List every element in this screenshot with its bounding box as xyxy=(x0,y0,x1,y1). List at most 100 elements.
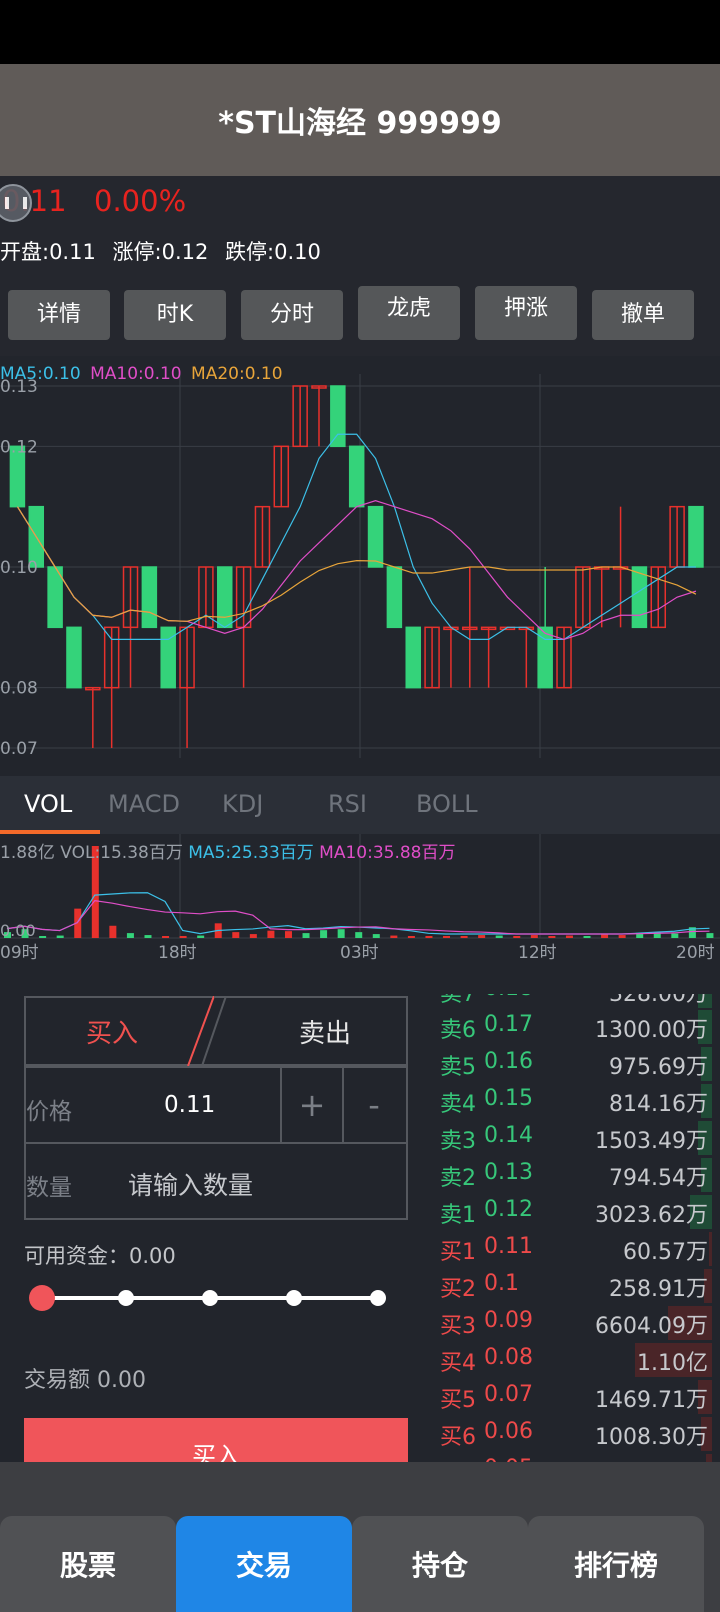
price-input[interactable]: 0.11 xyxy=(164,1092,215,1118)
ma-legend: MA5:0.10 MA10:0.10 MA20:0.10 xyxy=(0,364,283,384)
orderbook-row[interactable]: 买5 0.07 1469.71万 xyxy=(436,1378,712,1416)
volume-bar xyxy=(601,934,609,938)
orderbook-row[interactable]: 卖4 0.15 814.16万 xyxy=(436,1082,712,1120)
slider-thumb[interactable] xyxy=(29,1285,55,1311)
volume-bar xyxy=(530,935,538,938)
orderbook-side: 卖4 xyxy=(440,1092,476,1117)
tab-intraday[interactable]: 分时 xyxy=(241,290,343,340)
tab-dragon-tiger[interactable]: 龙虎 xyxy=(358,286,460,340)
bottom-nav: 股票 交易 持仓 排行榜 xyxy=(0,1462,720,1612)
volume-bar xyxy=(548,936,556,938)
orderbook-volume: 1008.30万 xyxy=(595,1425,708,1450)
vol-ma5: MA5:25.33百万 xyxy=(188,843,314,863)
orderbook-price: 0.17 xyxy=(484,1012,533,1037)
slider-tick-75[interactable] xyxy=(286,1290,302,1306)
tab-rsi[interactable]: RSI xyxy=(328,790,367,818)
orderbook-row[interactable]: 卖2 0.13 794.54万 xyxy=(436,1156,712,1194)
quantity-input[interactable]: 请输入数量 xyxy=(128,1166,253,1202)
orderbook-side: 买5 xyxy=(440,1388,476,1413)
slider-tick-50[interactable] xyxy=(202,1290,218,1306)
nav-stocks[interactable]: 股票 xyxy=(0,1516,176,1612)
ma5-label: MA5:0.10 xyxy=(0,364,81,384)
price-minus-button[interactable]: - xyxy=(342,1068,404,1142)
orderbook-price: 0.18 xyxy=(484,994,533,1001)
candle-body xyxy=(631,566,648,629)
orderbook-row[interactable]: 买70.05269.30万 xyxy=(436,1452,712,1462)
y-tick-label: 0.07 xyxy=(0,739,38,759)
orderbook-volume: 975.69万 xyxy=(609,1055,708,1080)
status-bar xyxy=(0,0,720,64)
orderbook-side: 买1 xyxy=(440,1240,476,1265)
kline-chart[interactable]: 0.13 0.12 0.10 0.08 0.07 MA5:0.10 MA10:0.10 … xyxy=(0,356,720,776)
orderbook-row[interactable]: 卖5 0.16 975.69万 xyxy=(436,1045,712,1083)
tab-macd[interactable]: MACD xyxy=(108,790,180,818)
slider-tick-25[interactable] xyxy=(118,1290,134,1306)
price-field: 价格 0.11 + - xyxy=(24,1066,408,1144)
candle-body xyxy=(47,566,63,629)
orderbook-price: 0.07 xyxy=(484,1382,533,1407)
tab-boll[interactable]: BOLL xyxy=(416,790,478,818)
orderbook-row[interactable]: 买2 0.1 258.91万 xyxy=(436,1267,712,1305)
slider-tick-100[interactable] xyxy=(370,1290,386,1306)
orderbook-price: 0.11 xyxy=(484,1234,533,1259)
orderbook-row[interactable]: 卖6 0.17 1300.00万 xyxy=(436,1008,712,1046)
buy-button[interactable]: 买入 xyxy=(24,1418,408,1462)
nav-trade[interactable]: 交易 xyxy=(176,1516,352,1612)
quantity-field[interactable]: 数量 请输入数量 xyxy=(24,1142,408,1220)
position-slider[interactable] xyxy=(24,1278,404,1318)
trade-panel: 买入 卖出 价格 0.11 + - 数量 请输入数量 可用资金：0.00 交易额… xyxy=(0,994,720,1462)
tab-hour-kline[interactable]: 时K xyxy=(124,290,226,340)
volume-bar xyxy=(56,935,64,938)
tab-kdj[interactable]: KDJ xyxy=(222,790,263,818)
orderbook-volume: 258.91万 xyxy=(609,1277,708,1302)
tab-cancel-order[interactable]: 撤单 xyxy=(592,290,694,340)
orderbook-row[interactable]: 买3 0.09 6604.09万 xyxy=(436,1304,712,1342)
volume-bar xyxy=(320,930,328,938)
orderbook-side: 卖6 xyxy=(440,1018,476,1043)
orderbook-side: 卖7 xyxy=(440,994,476,1007)
orderbook-row[interactable]: 买1 0.11 60.57万 xyxy=(436,1230,712,1268)
sell-tab[interactable]: 卖出 xyxy=(214,996,408,1066)
ma20-line xyxy=(16,506,697,622)
x-tick-label: 12时 xyxy=(518,943,557,963)
orderbook-side: 卖2 xyxy=(440,1166,476,1191)
volume-bar xyxy=(232,932,240,938)
orderbook-row[interactable]: 卖3 0.14 1503.49万 xyxy=(436,1119,712,1157)
price-plus-button[interactable]: + xyxy=(280,1068,342,1142)
quote-panel: 0.11 0.00% 开盘:0.11 涨停:0.12 跌停:0.10 详情 时K… xyxy=(0,176,720,356)
orderbook-volume: 3023.62万 xyxy=(595,1203,708,1228)
nav-ranking[interactable]: 排行榜 xyxy=(528,1516,704,1612)
open-price: 开盘:0.11 xyxy=(0,240,96,264)
nav-positions[interactable]: 持仓 xyxy=(352,1516,528,1612)
orderbook-price: 0.09 xyxy=(484,1308,533,1333)
volume-bar xyxy=(337,929,345,938)
candle-body xyxy=(386,566,403,629)
available-funds: 可用资金：0.00 xyxy=(24,1244,176,1268)
orderbook-volume: 794.54万 xyxy=(609,1166,708,1191)
x-tick-label: 20时 xyxy=(676,943,715,963)
tab-bet-rise[interactable]: 押涨 xyxy=(475,286,577,340)
tab-vol[interactable]: VOL xyxy=(24,790,72,818)
orderbook-side: 卖1 xyxy=(440,1203,476,1228)
volume-bar xyxy=(162,936,170,938)
orderbook-row[interactable]: 卖1 0.12 3023.62万 xyxy=(436,1193,712,1231)
candle-body xyxy=(405,626,421,689)
orderbook-row[interactable]: 买4 0.08 1.10亿 xyxy=(436,1341,712,1379)
orderbook-volume: 814.16万 xyxy=(609,1092,708,1117)
orderbook-price: 0.15 xyxy=(484,1086,533,1111)
orderbook-depth-bar xyxy=(709,1232,712,1266)
y-tick-label: 0.12 xyxy=(0,437,38,457)
quantity-label: 数量 xyxy=(26,1175,72,1201)
orderbook-row[interactable]: 买6 0.06 1008.30万 xyxy=(436,1415,712,1453)
volume-bar xyxy=(513,936,521,938)
tab-details[interactable]: 详情 xyxy=(8,290,110,340)
orderbook-side: 买4 xyxy=(440,1351,476,1376)
orderbook-side: 买3 xyxy=(440,1314,476,1339)
vol-max-label: 1.88亿 xyxy=(0,843,55,863)
orderbook-side: 买2 xyxy=(440,1277,476,1302)
volume-bar xyxy=(126,933,134,938)
vol-value: VOL:15.38百万 xyxy=(60,843,183,863)
volume-chart[interactable]: 0.00 09时 18时 03时 12时 20时 1.88亿 VOL:15.38百万 MA… xyxy=(0,834,720,994)
indicator-tabs: VOL MACD KDJ RSI BOLL xyxy=(0,776,720,834)
volume-bar xyxy=(179,936,187,938)
